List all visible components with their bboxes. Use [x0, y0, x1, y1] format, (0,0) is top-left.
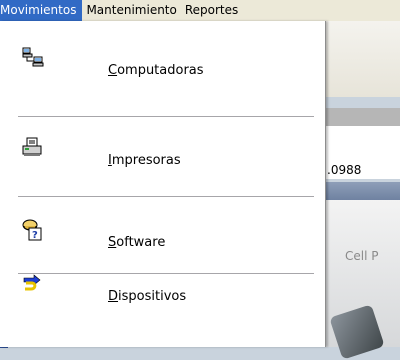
computers-network-icon: [22, 47, 44, 67]
menu-movimientos[interactable]: Movimientos: [0, 0, 83, 21]
software-help-icon: ?: [22, 219, 42, 241]
movimientos-dropdown: Computadoras Impresoras ? Software Dispo…: [0, 21, 326, 347]
product-image-caption: Cell P: [345, 249, 379, 263]
device-plug-icon: [22, 273, 42, 293]
panel-header: [325, 182, 400, 200]
menu-mantenimiento[interactable]: Mantenimiento: [82, 0, 180, 21]
menu-item-software[interactable]: ? Software: [0, 213, 322, 265]
printer-icon: [22, 137, 42, 157]
menu-bar: Movimientos Mantenimiento Reportes: [0, 0, 400, 22]
menu-reportes[interactable]: Reportes: [181, 0, 242, 21]
menu-item-label: Impresoras: [108, 153, 181, 168]
menu-item-computadoras[interactable]: Computadoras: [0, 41, 322, 93]
menu-separator: [18, 116, 314, 118]
menu-item-impresoras[interactable]: Impresoras: [0, 131, 322, 183]
menu-item-label: Computadoras: [108, 63, 204, 78]
svg-text:?: ?: [32, 230, 38, 241]
menu-item-label: Dispositivos: [108, 289, 187, 304]
menu-separator: [18, 196, 314, 198]
grid-header: [325, 108, 400, 126]
grid-cell-value: .0988: [327, 163, 362, 177]
menu-item-dispositivos[interactable]: Dispositivos: [0, 267, 322, 319]
menu-item-label: Software: [108, 235, 166, 250]
